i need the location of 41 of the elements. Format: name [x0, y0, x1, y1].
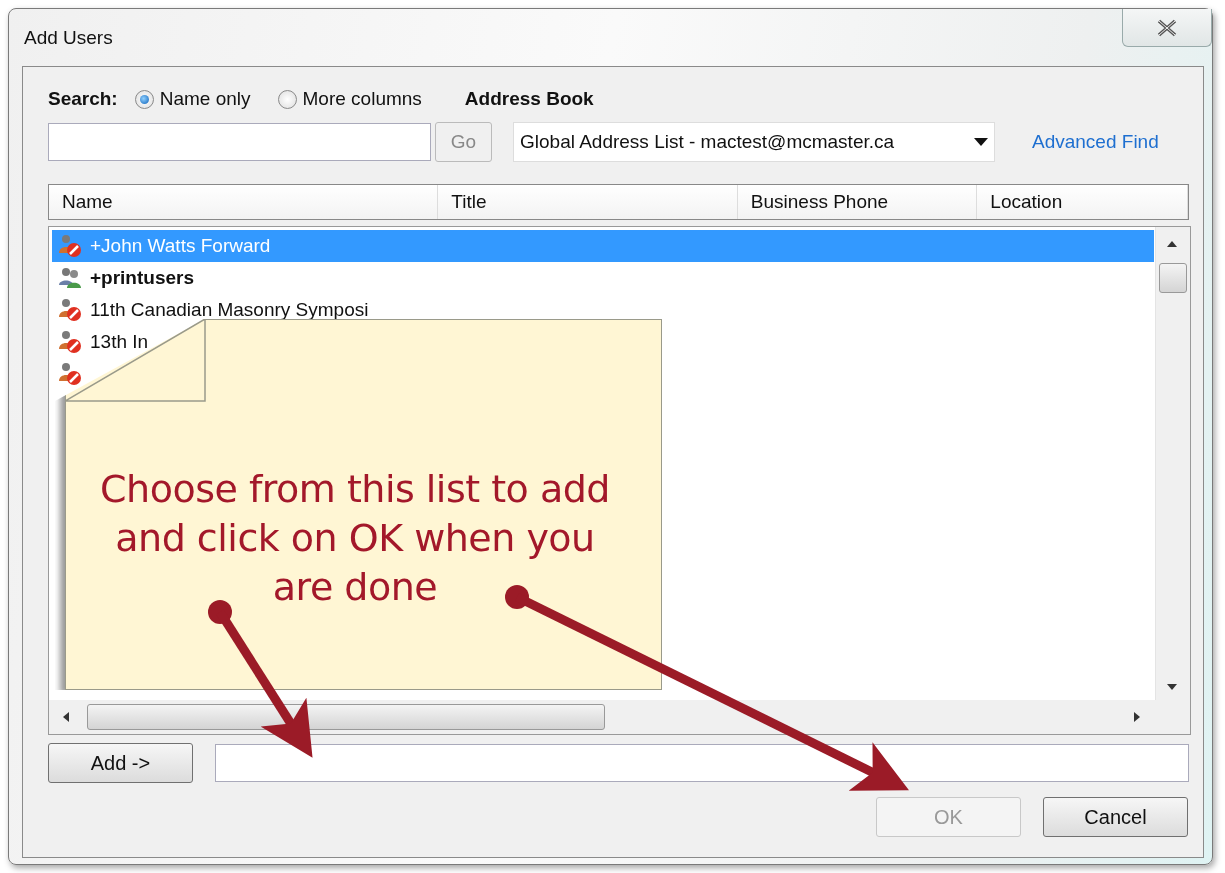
- blocked-person-icon: [58, 362, 82, 386]
- blocked-person-icon: [58, 298, 82, 322]
- window-title: Add Users: [24, 26, 113, 49]
- cancel-button[interactable]: Cancel: [1043, 797, 1188, 837]
- close-button[interactable]: [1122, 9, 1212, 47]
- search-label: Search:: [48, 88, 118, 110]
- scroll-left-icon[interactable]: [63, 712, 69, 722]
- advanced-find-link[interactable]: Advanced Find: [1032, 131, 1159, 153]
- group-icon: [58, 266, 82, 290]
- vertical-scrollbar[interactable]: [1155, 227, 1190, 700]
- radio-dot[interactable]: [277, 89, 297, 109]
- address-book-label: Address Book: [464, 88, 594, 110]
- contact-name: +John Watts Forward: [90, 235, 271, 257]
- contact-name: 13th In: [90, 331, 149, 353]
- column-header[interactable]: Title: [438, 185, 738, 219]
- radio-option[interactable]: More columns: [277, 88, 422, 110]
- column-header[interactable]: Location: [977, 185, 1188, 219]
- contact-row[interactable]: 11th Canadian Masonry Symposi: [52, 294, 1154, 326]
- radio-option[interactable]: Name only: [134, 88, 251, 110]
- contact-name: 11th Canadian Masonry Symposi: [90, 299, 369, 321]
- horizontal-scrollbar[interactable]: [49, 700, 1190, 734]
- contact-name: +printusers: [90, 267, 194, 289]
- close-icon: [1156, 18, 1178, 37]
- add-button[interactable]: Add ->: [48, 743, 193, 783]
- blocked-person-icon: [58, 234, 82, 258]
- scroll-down-icon[interactable]: [1167, 684, 1177, 690]
- contact-row[interactable]: 13th In: [52, 326, 1154, 358]
- scrollbar-thumb[interactable]: [1159, 263, 1187, 293]
- column-header[interactable]: Business Phone: [737, 185, 978, 219]
- search-field[interactable]: [48, 123, 431, 161]
- contact-row[interactable]: +printusers: [52, 262, 1154, 294]
- address-book-dropdown[interactable]: Global Address List - mactest@mcmaster.ca: [513, 122, 995, 162]
- column-header[interactable]: Name: [49, 185, 439, 219]
- note-text: Choose from this list to add and click on OK when you are done: [99, 466, 611, 611]
- selected-users-field[interactable]: [214, 744, 1189, 782]
- scroll-up-icon[interactable]: [1167, 241, 1177, 247]
- dropdown-caret-icon: [974, 138, 988, 146]
- radio-dot[interactable]: [134, 89, 154, 109]
- blocked-person-icon: [58, 330, 82, 354]
- scrollbar-thumb[interactable]: [87, 704, 605, 730]
- scroll-right-icon[interactable]: [1134, 712, 1140, 722]
